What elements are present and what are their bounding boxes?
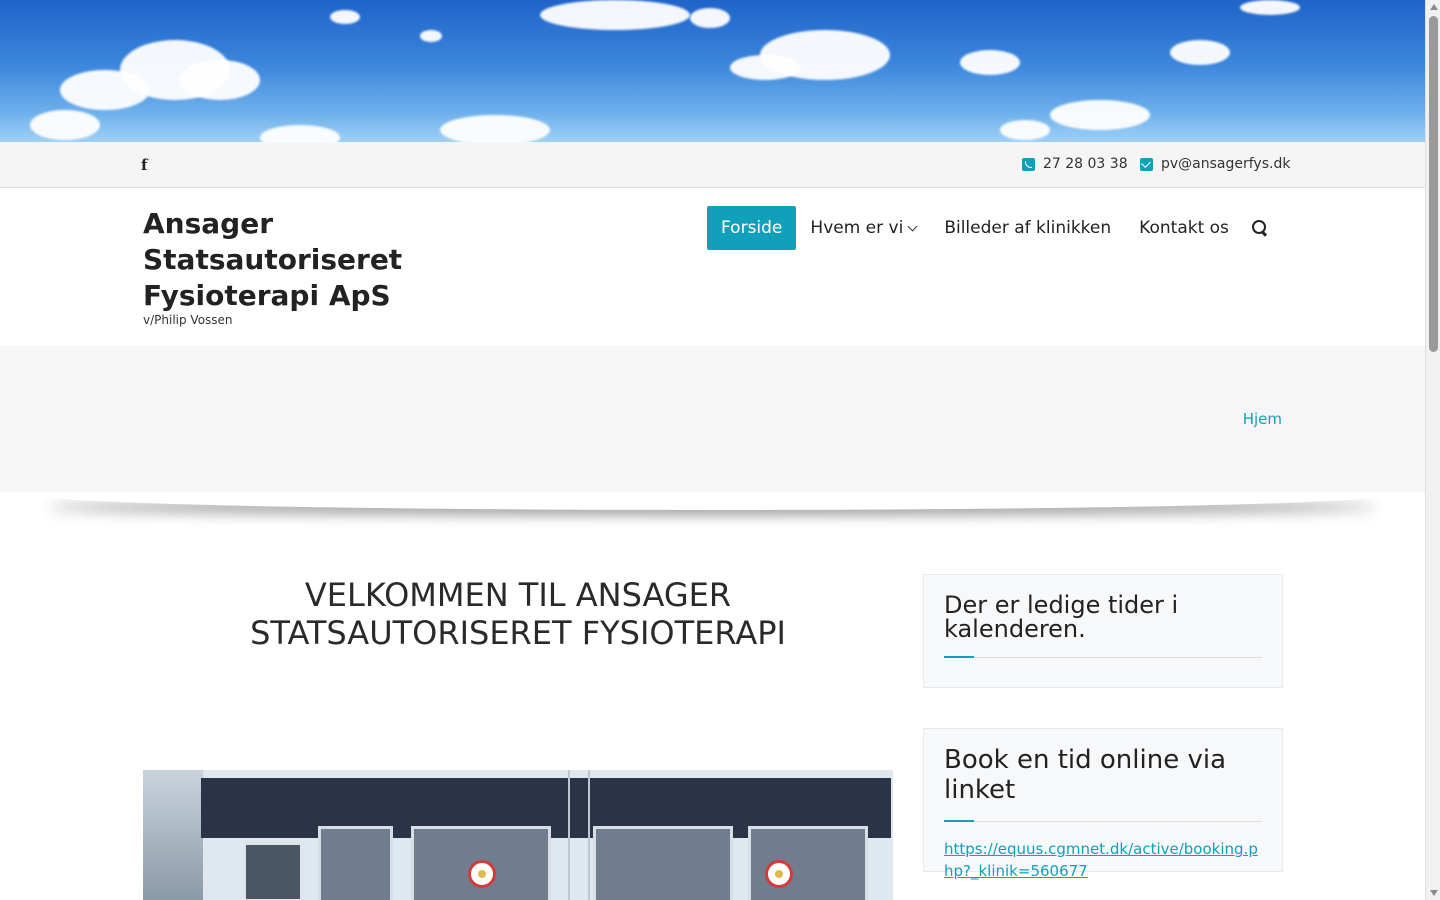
chevron-down-icon — [907, 221, 918, 232]
nav-item-forside[interactable]: Forside — [707, 206, 797, 250]
breadcrumb-home[interactable]: Hjem — [1243, 410, 1282, 428]
main-nav: Forside Hvem er vi Billeder af klinikken… — [707, 206, 1243, 250]
top-bar: f 27 28 03 38 pv@ansagerfys.dk — [0, 142, 1425, 188]
scroll-up-arrow-icon[interactable] — [1430, 4, 1438, 10]
nav-item-kontakt[interactable]: Kontakt os — [1125, 206, 1243, 250]
widget-divider — [944, 656, 1262, 658]
header-sky-image — [0, 0, 1425, 142]
phone-contact[interactable]: 27 28 03 38 — [1022, 156, 1128, 172]
widget-title-availability: Der er ledige tider i kalenderen. — [944, 591, 1179, 643]
widget-divider — [944, 820, 1262, 822]
search-icon[interactable] — [1252, 220, 1268, 236]
sidebar-widget-booking: Book en tid online via linket https://eq… — [923, 728, 1283, 880]
divider-shadow — [40, 480, 1385, 510]
sidebar-widget-availability: Der er ledige tider i kalenderen. — [923, 574, 1283, 688]
page-scrollbar[interactable] — [1425, 0, 1440, 900]
facebook-icon[interactable]: f — [141, 156, 147, 174]
scroll-thumb[interactable] — [1429, 16, 1438, 352]
site-tagline: v/Philip Vossen — [143, 313, 233, 327]
clinic-photo — [143, 770, 893, 900]
phone-icon — [1022, 157, 1035, 171]
widget-title-booking: Book en tid online via linket — [944, 745, 1227, 805]
site-title[interactable]: Ansager Statsautoriseret Fysioterapi ApS — [143, 206, 443, 314]
envelope-icon — [1140, 157, 1153, 171]
scroll-down-arrow-icon[interactable] — [1430, 890, 1438, 896]
page-title: VELKOMMEN TIL ANSAGER STATSAUTORISERET F… — [250, 576, 786, 652]
site-header: Ansager Statsautoriseret Fysioterapi ApS… — [0, 188, 1425, 346]
email-address: pv@ansagerfys.dk — [1161, 156, 1291, 172]
page-header-band: Hjem — [0, 346, 1425, 492]
booking-link[interactable]: https://equus.cgmnet.dk/active/booking.p… — [944, 838, 1262, 882]
nav-item-hvem-er-vi[interactable]: Hvem er vi — [796, 206, 930, 250]
page: f 27 28 03 38 pv@ansagerfys.dk Ansager S… — [0, 0, 1425, 900]
phone-number: 27 28 03 38 — [1043, 156, 1128, 172]
email-contact[interactable]: pv@ansagerfys.dk — [1140, 156, 1290, 172]
nav-item-billeder[interactable]: Billeder af klinikken — [930, 206, 1125, 250]
